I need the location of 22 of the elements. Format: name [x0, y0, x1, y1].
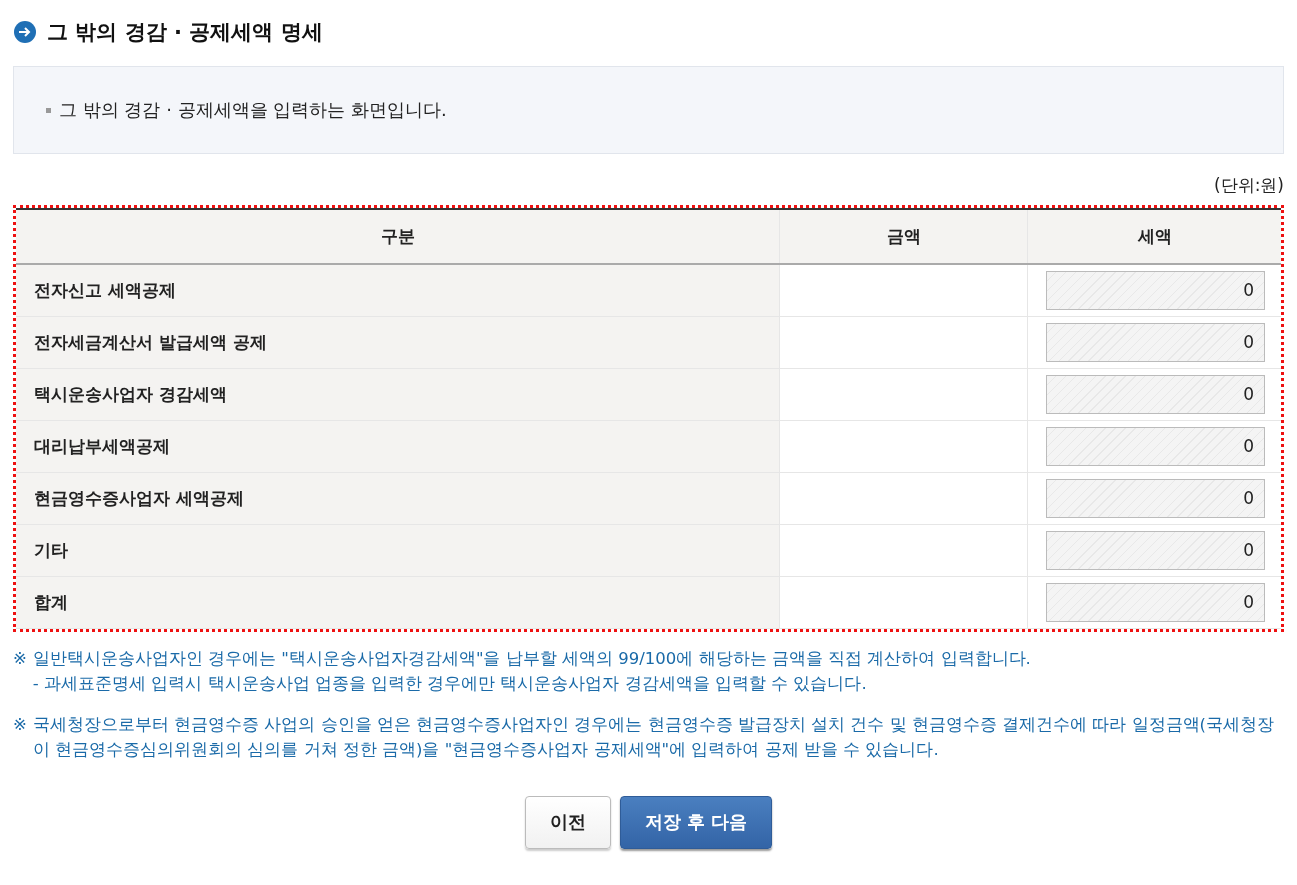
row-label: 택시운송사업자 경감세액 [16, 368, 780, 420]
note-text: 일반택시운송사업자인 경우에는 "택시운송사업자경감세액"을 납부할 세액의 99/100에 해당하는 금액을 직접 계산하여 입력합니다. [32, 647, 1031, 670]
unit-label: (단위:원) [1213, 174, 1284, 197]
note-subtext: - 과세표준명세 입력시 택시운송사업 업종을 입력한 경우에만 택시운송사업자 경감세액을 입력할 수 있습니다. [32, 672, 868, 695]
bullet-icon [46, 107, 51, 113]
note-mark: ※ [13, 713, 27, 736]
row-label: 전자신고 세액공제 [16, 264, 780, 316]
arrow-circle-icon [13, 20, 37, 44]
save-next-button[interactable]: 저장 후 다음 [619, 795, 773, 849]
row-label: 기타 [16, 524, 780, 576]
column-header: 세액 [1027, 209, 1281, 264]
note-text: 국세청장으로부터 현금영수증 사업의 승인을 얻은 현금영수증사업자인 경우에는 현금영수증 발급장치 설치 건수 및 현금영수증 결제건수에 따라 일정금액(국세청장이 현금영수증심의위원회의 심의를 거쳐 정한 금액)을 "현금영수증사업자 공제세액"에 입력하여 공제 받을 수 있습니다. [32, 713, 1275, 761]
note-mark: ※ [13, 647, 27, 670]
column-header: 구분 [16, 209, 780, 264]
previous-button[interactable]: 이전 [524, 795, 611, 849]
info-text: 그 밖의 경감 · 공제세액을 입력하는 화면입니다. [59, 98, 447, 122]
page-title: 그 밖의 경감 · 공제세액 명세 [47, 19, 323, 46]
row-label: 합계 [16, 576, 780, 628]
row-label: 전자세금계산서 발급세액 공제 [16, 316, 780, 368]
column-header: 금액 [779, 209, 1028, 264]
row-label: 대리납부세액공제 [16, 420, 780, 472]
row-label: 현금영수증사업자 세액공제 [16, 472, 780, 524]
